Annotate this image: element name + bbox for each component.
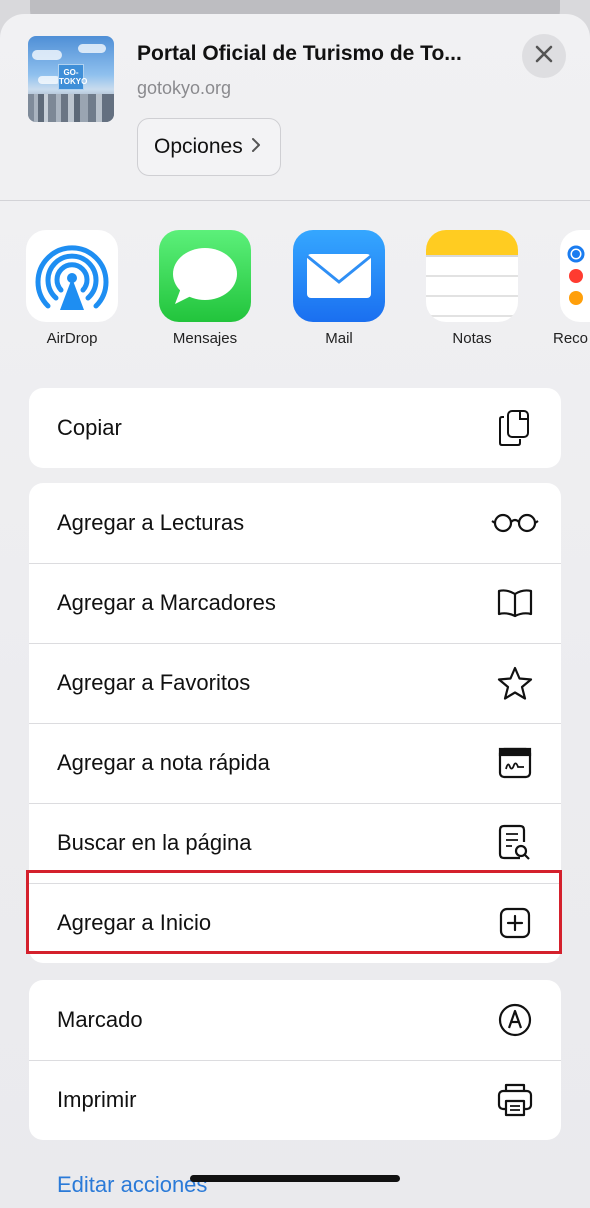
share-sheet: GO-TOKYO Portal Oficial de Turismo de To… [0, 14, 590, 1208]
options-button[interactable]: Opciones [137, 118, 281, 176]
app-label: AirDrop [46, 330, 98, 347]
action-imprimir[interactable]: Imprimir [29, 1060, 561, 1140]
action-group-copy: Copiar [29, 388, 561, 468]
app-label: Mail [325, 330, 353, 347]
page-url: gotokyo.org [137, 78, 232, 98]
action-label: Buscar en la página [57, 830, 252, 855]
action-agregar-nota-rapida[interactable]: Agregar a nota rápida [29, 723, 561, 803]
app-mail[interactable]: Mail [284, 230, 394, 347]
edit-actions-link[interactable]: Editar acciones [57, 1172, 207, 1198]
share-header: GO-TOKYO Portal Oficial de Turismo de To… [0, 14, 590, 201]
app-notas[interactable]: Notas [417, 230, 527, 347]
action-group-other: Marcado Imprimir [29, 980, 561, 1140]
options-label: Opciones [154, 135, 243, 158]
action-agregar-inicio[interactable]: Agregar a Inicio [29, 883, 561, 963]
action-label: Agregar a Inicio [57, 910, 212, 935]
gotokyo-logo: GO-TOKYO [58, 64, 87, 90]
action-label: Imprimir [57, 1087, 137, 1112]
messages-icon [159, 230, 251, 322]
airdrop-icon [26, 230, 118, 322]
close-button[interactable] [522, 34, 566, 78]
chevron-right-icon [251, 136, 261, 159]
app-recordatorios[interactable]: Reco [550, 230, 590, 347]
reminders-icon [560, 230, 590, 322]
action-copiar[interactable]: Copiar [29, 388, 561, 468]
action-agregar-favoritos[interactable]: Agregar a Favoritos [29, 643, 561, 723]
find-in-page-icon [495, 823, 535, 863]
add-square-icon [495, 903, 535, 943]
close-icon [535, 45, 553, 68]
action-label: Agregar a Lecturas [57, 510, 245, 535]
action-label: Agregar a nota rápida [57, 750, 270, 775]
app-label: Reco [553, 330, 589, 347]
copy-icon [495, 408, 535, 448]
home-indicator [190, 1175, 400, 1182]
share-sheet-screen: GO-TOKYO Portal Oficial de Turismo de To… [0, 0, 590, 1208]
action-group-main: Agregar a Lecturas Agregar a Marcadores [29, 483, 561, 963]
app-label: Mensajes [172, 330, 238, 347]
share-apps-row: AirDrop Mensajes Mail Notas Reco [0, 230, 590, 360]
action-label: Marcado [57, 1007, 143, 1032]
printer-icon [495, 1080, 535, 1120]
page-thumbnail: GO-TOKYO [28, 36, 114, 122]
action-label: Copiar [57, 415, 122, 440]
action-buscar-en-pagina[interactable]: Buscar en la página [29, 803, 561, 883]
star-icon [495, 663, 535, 703]
notes-icon [426, 230, 518, 322]
markup-icon [495, 1000, 535, 1040]
app-mensajes[interactable]: Mensajes [150, 230, 260, 347]
mail-icon [293, 230, 385, 322]
book-icon [495, 583, 535, 623]
app-label: Notas [452, 330, 492, 347]
glasses-icon [489, 503, 541, 543]
app-airdrop[interactable]: AirDrop [17, 230, 127, 347]
action-label: Agregar a Marcadores [57, 590, 276, 615]
action-label: Agregar a Favoritos [57, 670, 251, 695]
action-agregar-lecturas[interactable]: Agregar a Lecturas [29, 483, 561, 563]
action-agregar-marcadores[interactable]: Agregar a Marcadores [29, 563, 561, 643]
page-title: Portal Oficial de Turismo de To... [137, 42, 462, 65]
action-marcado[interactable]: Marcado [29, 980, 561, 1060]
quick-note-icon [495, 743, 535, 783]
